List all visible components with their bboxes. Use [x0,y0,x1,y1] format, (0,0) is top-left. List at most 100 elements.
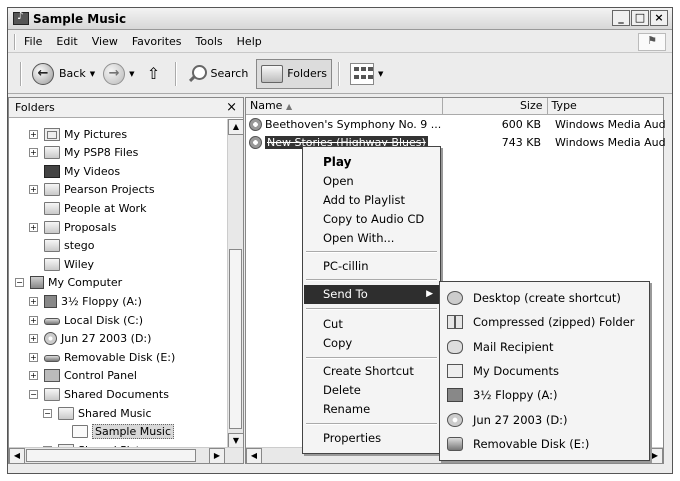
expand-icon[interactable]: + [29,315,38,325]
minimize-button[interactable]: _ [612,10,630,26]
folder-icon [44,257,60,271]
menu-item-copy-to-audio-cd[interactable]: Copy to Audio CD [304,210,439,229]
menu-item-cut[interactable]: Cut [304,315,439,334]
send-to-item-3-floppy-a[interactable]: 3½ Floppy (A:) [443,384,648,406]
tree-item-control-panel[interactable]: + Control Panel [29,367,137,385]
collapse-icon[interactable]: − [29,389,38,399]
floppy-icon [44,294,57,308]
folders-pane-title: Folders [15,101,55,114]
tree-item-my-pictures[interactable]: + My Pictures [29,125,127,143]
menu-favorites[interactable]: Favorites [132,35,182,48]
tree-item-sample-music[interactable]: Sample Music [57,423,175,441]
scroll-up-icon[interactable]: ▲ [228,119,244,135]
views-button[interactable]: ▼ [346,59,387,89]
menu-item-add-to-playlist[interactable]: Add to Playlist [304,191,439,210]
expand-icon[interactable]: + [29,129,38,139]
menu-item-rename[interactable]: Rename [304,400,439,419]
cd-icon [447,412,463,427]
folders-pane: Folders × + My Pictures + My PSP8 Files My V… [8,97,244,464]
tree-item-wiley[interactable]: Wiley [29,255,94,273]
back-dropdown-icon[interactable]: ▼ [90,70,95,78]
tree-item-label: Pearson Projects [64,183,155,197]
tree-item-jun-27-2003-d[interactable]: + Jun 27 2003 (D:) [29,330,151,348]
tree-item-shared-documents[interactable]: − Shared Documents [29,385,169,403]
tree-item-3-floppy-a[interactable]: +3½ Floppy (A:) [29,292,142,310]
close-pane-button[interactable]: × [226,98,237,117]
folder-icon [58,406,74,420]
file-row[interactable]: Beethoven's Symphony No. 9 ... 600 KB Wi… [246,116,665,133]
column-header-type[interactable]: Type [548,98,663,114]
collapse-icon[interactable]: − [43,408,52,418]
title-bar[interactable]: Sample Music _ □ × [8,8,672,30]
collapse-icon[interactable]: − [15,278,24,288]
tree-item-people-at-work[interactable]: People at Work [29,199,146,217]
menu-item-copy[interactable]: Copy [304,334,439,353]
column-header-name[interactable]: Name ▲ [246,98,444,114]
tree-item-shared-music[interactable]: − Shared Music [43,404,152,422]
search-button[interactable]: Search [183,59,253,89]
expand-icon[interactable]: + [29,222,38,232]
tree-item-label: Jun 27 2003 (D:) [61,332,152,346]
expand-icon[interactable]: + [29,185,38,195]
expand-icon[interactable]: + [29,296,38,306]
back-arrow-icon: ← [32,62,54,85]
sort-ascending-icon: ▲ [285,102,293,111]
scroll-right-icon[interactable]: ▶ [209,448,225,464]
folder-tree-horizontal-scrollbar[interactable]: ◀ ▶ [9,447,243,464]
send-to-item-jun-27-2003-d[interactable]: Jun 27 2003 (D:) [443,409,648,431]
expand-icon[interactable]: + [29,148,38,158]
tree-item-stego[interactable]: stego [29,237,95,255]
menu-file[interactable]: File [24,35,42,48]
expand-icon[interactable]: + [29,334,38,344]
tree-item-local-disk-c[interactable]: + Local Disk (C:) [29,311,143,329]
send-to-item-desktop-create-shortcut[interactable]: Desktop (create shortcut) [443,287,648,309]
send-to-item-compressed-zipped-folder[interactable]: Compressed (zipped) Folder [443,311,648,333]
close-button[interactable]: × [650,10,668,26]
scroll-thumb[interactable] [26,449,196,462]
menu-item-delete[interactable]: Delete [304,381,439,400]
tree-item-label: 3½ Floppy (A:) [61,294,142,308]
menu-item-create-shortcut[interactable]: Create Shortcut [304,362,439,381]
menu-view[interactable]: View [92,35,118,48]
menu-item-properties[interactable]: Properties [304,429,439,448]
expand-icon[interactable]: + [29,352,38,362]
tree-item-proposals[interactable]: + Proposals [29,218,116,236]
menu-edit[interactable]: Edit [56,35,77,48]
menu-item-play[interactable]: Play [304,153,439,172]
views-icon [350,62,375,85]
views-dropdown-icon[interactable]: ▼ [378,70,383,78]
forward-button[interactable]: → ▼ [99,59,138,89]
folders-button[interactable]: Folders [256,58,333,89]
scroll-left-icon[interactable]: ◀ [9,448,25,464]
scroll-thumb[interactable] [229,249,242,429]
menu-item-open-with[interactable]: Open With... [304,229,439,248]
scroll-left-icon[interactable]: ◀ [246,448,262,464]
back-button[interactable]: ← Back ▼ [28,59,99,89]
folder-icon [44,387,60,401]
send-to-item-removable-disk-e[interactable]: Removable Disk (E:) [443,433,648,455]
column-header-size[interactable]: Size [443,98,548,114]
disk-icon [44,355,60,363]
menu-item-send-to[interactable]: Send To ▶ [304,285,439,304]
send-to-item-label: Compressed (zipped) Folder [473,315,635,330]
maximize-button[interactable]: □ [631,10,649,26]
tree-item-my-videos[interactable]: My Videos [29,162,120,180]
send-to-item-my-documents[interactable]: My Documents [443,360,648,382]
tree-item-label: Local Disk (C:) [64,313,144,327]
tree-item-label: My Computer [48,276,123,290]
tree-item-my-computer[interactable]: − My Computer [15,274,122,292]
send-to-item-mail-recipient[interactable]: Mail Recipient [443,336,648,358]
forward-dropdown-icon[interactable]: ▼ [129,70,134,78]
tree-item-removable-disk-e[interactable]: + Removable Disk (E:) [29,348,175,366]
disk-icon [44,318,60,325]
menu-help[interactable]: Help [237,35,262,48]
up-folder-button[interactable]: ⇧ [139,59,169,89]
folder-tree: + My Pictures + My PSP8 Files My Videos + Pear… [9,119,227,449]
menu-tools[interactable]: Tools [196,35,223,48]
tree-item-pearson-projects[interactable]: + Pearson Projects [29,181,155,199]
tree-item-my-psp8-files[interactable]: + My PSP8 Files [29,144,138,162]
folder-tree-vertical-scrollbar[interactable]: ▲ ▼ [227,119,244,449]
expand-icon[interactable]: + [29,371,38,381]
menu-item-pc-cillin[interactable]: PC-cillin [304,257,439,276]
menu-item-open[interactable]: Open [304,172,439,191]
